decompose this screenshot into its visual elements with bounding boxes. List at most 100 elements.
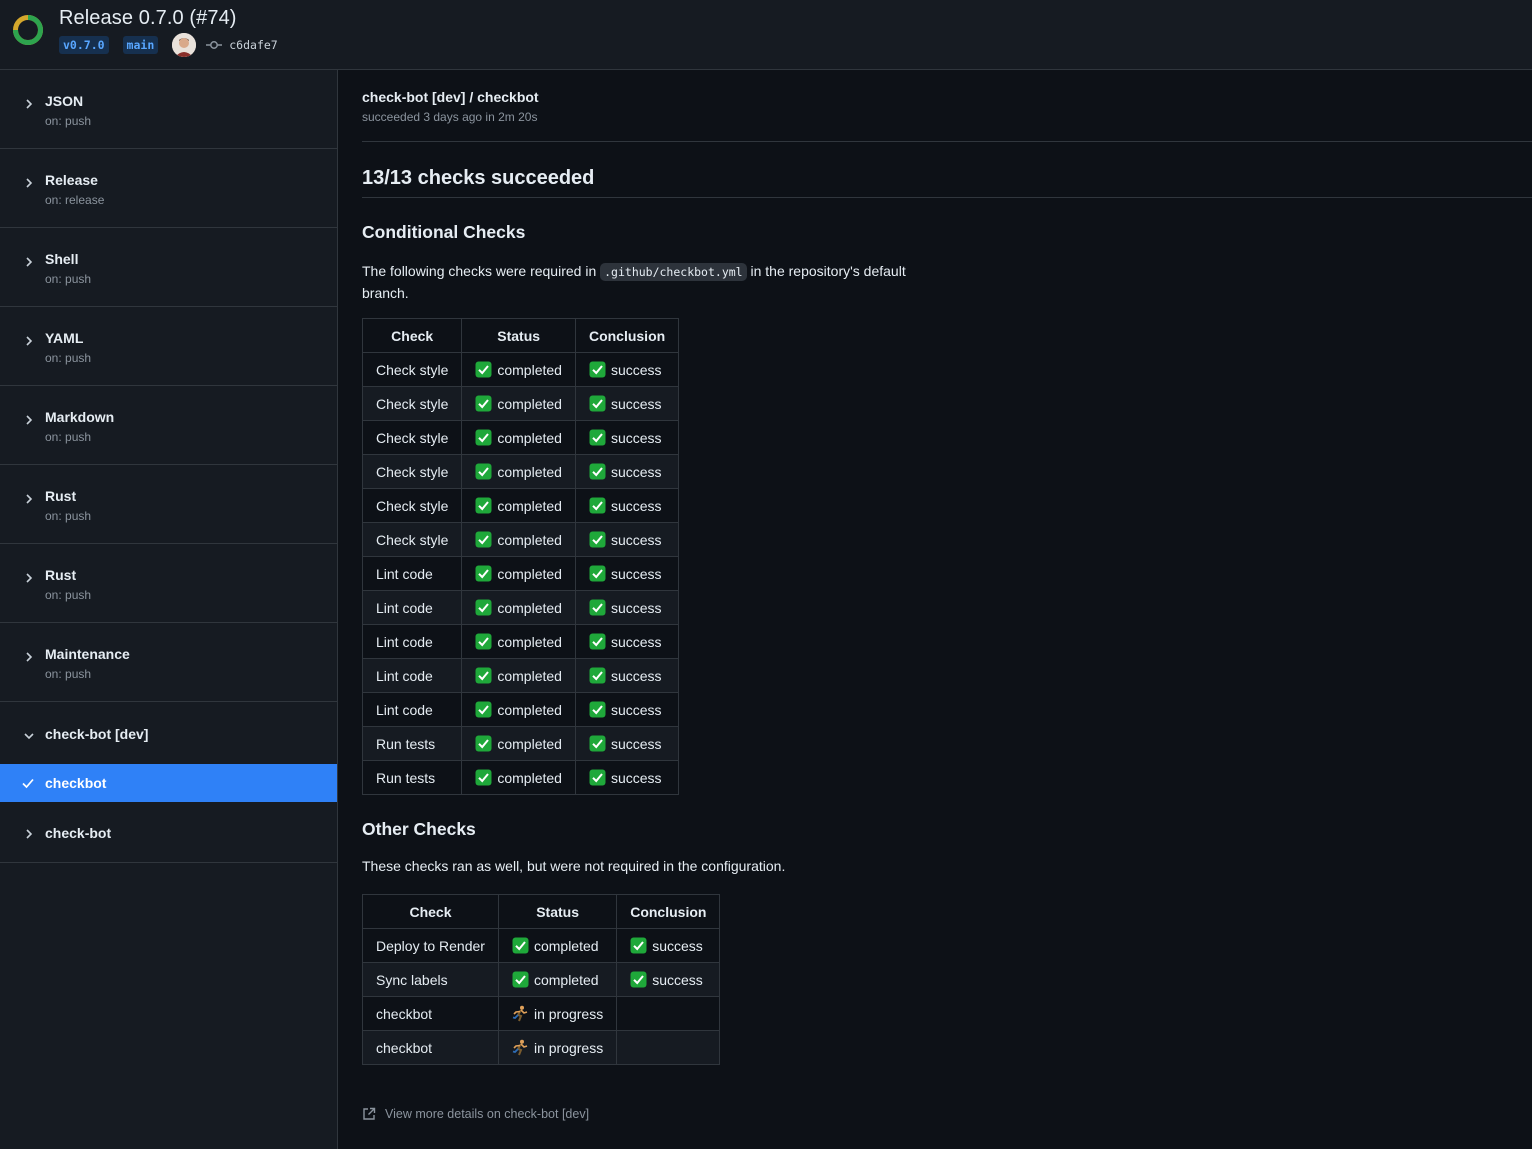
conditional-checks-table: Check Status Conclusion Check style compl… — [361, 318, 680, 795]
check-mark-icon — [589, 701, 611, 718]
runner-icon — [512, 1039, 534, 1056]
status-cell: completed — [461, 760, 576, 795]
check-name-cell: Lint code — [361, 692, 463, 727]
commit-sha[interactable]: c6dafe7 — [229, 38, 277, 52]
branch-badge[interactable]: main — [122, 36, 159, 54]
workflow-trigger: on: push — [45, 588, 92, 602]
workflow-trigger: on: push — [45, 667, 92, 681]
table-row: Lint code completed success — [361, 624, 680, 659]
conclusion-cell — [616, 996, 721, 1031]
avatar[interactable] — [172, 33, 197, 57]
chevron-right-icon — [26, 494, 33, 504]
check-name-cell: Lint code — [361, 556, 463, 591]
status-text: completed — [533, 938, 599, 954]
check-mark-icon — [475, 769, 497, 786]
check-name-cell: Deploy to Render — [362, 928, 499, 963]
check-mark-icon — [475, 599, 497, 616]
status-cell: completed — [461, 420, 576, 455]
check-name: Check style — [376, 361, 449, 378]
runner-icon — [512, 1005, 534, 1022]
chevron-right-icon — [26, 415, 33, 425]
table-row: Check style completed success — [361, 522, 680, 557]
workflow-name: Rust — [45, 488, 77, 504]
check-name: Sync labels — [376, 971, 448, 988]
sidebar-item-maintenance[interactable]: Maintenance on: push — [0, 623, 337, 702]
view-details-label: View more details on check-bot [dev] — [385, 1107, 590, 1121]
workflow-trigger: on: push — [45, 430, 92, 444]
check-icon — [22, 778, 34, 789]
column-header: Status — [461, 318, 576, 353]
workflow-trigger: on: push — [45, 509, 92, 523]
check-mark-icon — [589, 395, 611, 412]
external-link-icon — [363, 1107, 376, 1120]
check-name: Check style — [376, 531, 449, 548]
conclusion-text: success — [610, 430, 662, 446]
status-cell: in progress — [497, 1030, 618, 1065]
sidebar-item-json[interactable]: JSON on: push — [0, 70, 337, 149]
conclusion-text: success — [610, 770, 662, 786]
conclusion-text: success — [652, 938, 703, 954]
check-name: Run tests — [376, 769, 436, 786]
check-name-cell: Check style — [361, 420, 463, 455]
other-checks-table: Check Status Conclusion Deploy to Render… — [362, 894, 721, 1065]
check-name: checkbot — [376, 1005, 433, 1022]
sidebar-item-shell[interactable]: Shell on: push — [0, 228, 337, 307]
job-status-text: succeeded 3 days ago in 2m 20s — [362, 110, 538, 124]
check-name: Lint code — [376, 599, 433, 616]
check-name: Check style — [376, 395, 449, 412]
sidebar-item-release[interactable]: Release on: release — [0, 149, 337, 228]
sidebar-item-check-bot-dev[interactable]: check-bot [dev] — [0, 702, 337, 764]
tag-badge[interactable]: v0.7.0 — [59, 36, 109, 54]
status-cell: completed — [461, 624, 576, 659]
workflow-name: check-bot — [45, 825, 112, 841]
sidebar-item-markdown[interactable]: Markdown on: push — [0, 386, 337, 465]
conclusion-cell: success — [574, 386, 680, 421]
check-mark-icon — [589, 667, 611, 684]
table-row: Check style completed success — [361, 352, 680, 387]
table-row: Check style completed success — [361, 420, 680, 455]
workflow-name: Markdown — [45, 409, 115, 425]
conclusion-text: success — [610, 668, 662, 684]
conclusion-text: success — [610, 396, 662, 412]
check-mark-icon — [512, 937, 534, 954]
run-title: Release 0.7.0 (#74) — [59, 7, 237, 29]
status-text: completed — [497, 770, 562, 786]
view-details-link[interactable]: View more details on check-bot [dev] — [362, 1107, 589, 1121]
conclusion-text: success — [610, 600, 662, 616]
conclusion-cell: success — [574, 692, 680, 727]
sidebar-item-yaml[interactable]: YAML on: push — [0, 307, 337, 386]
conclusion-cell — [616, 1030, 721, 1065]
status-text: completed — [497, 702, 562, 718]
status-cell: completed — [461, 454, 576, 489]
conclusion-cell: success — [574, 454, 680, 489]
conclusion-text: success — [610, 464, 662, 480]
table-row: Run tests completed success — [361, 726, 680, 761]
column-header: Check — [362, 894, 499, 929]
sidebar-item-rust[interactable]: Rust on: push — [0, 465, 337, 544]
workflow-name: Release — [45, 172, 98, 188]
status-cell: completed — [461, 386, 576, 421]
check-mark-icon — [475, 361, 497, 378]
status-text: completed — [497, 430, 562, 446]
table-row: Check style completed success — [361, 386, 680, 421]
check-name: Lint code — [376, 565, 433, 582]
conditional-checks-heading: Conditional Checks — [362, 222, 526, 242]
check-name: Lint code — [376, 633, 433, 650]
sidebar-item-rust-2[interactable]: Rust on: push — [0, 544, 337, 623]
conclusion-cell: success — [574, 488, 680, 523]
check-name-cell: Check style — [361, 488, 463, 523]
workflow-trigger: on: push — [45, 351, 92, 365]
check-mark-icon — [475, 395, 497, 412]
check-mark-icon — [589, 429, 611, 446]
conclusion-cell: success — [574, 590, 680, 625]
table-row: Check style completed success — [361, 488, 680, 523]
status-text: completed — [497, 736, 562, 752]
check-mark-icon — [475, 633, 497, 650]
check-name: Lint code — [376, 701, 433, 718]
check-mark-icon — [630, 971, 652, 988]
sidebar-item-check-bot[interactable]: check-bot — [0, 802, 337, 863]
conclusion-cell: success — [574, 556, 680, 591]
check-mark-icon — [475, 429, 497, 446]
check-name: Check style — [376, 429, 449, 446]
sidebar-job-checkbot[interactable]: checkbot — [0, 764, 337, 802]
